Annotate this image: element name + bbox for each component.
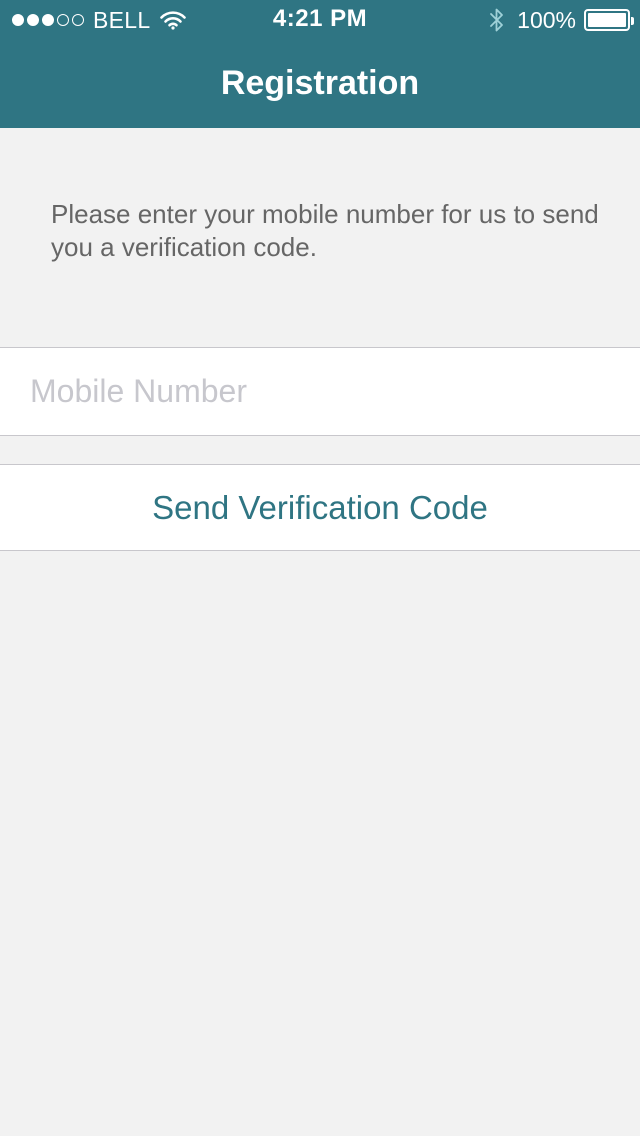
instruction-text: Please enter your mobile number for us t… [51,199,599,262]
battery-fill [588,13,626,27]
status-bar: BELL 4:21 PM 100% [0,0,640,40]
bluetooth-icon [489,6,505,34]
battery-percent: 100% [517,6,576,33]
status-right: 100% [489,6,634,34]
registration-screen: BELL 4:21 PM 100% Registration Please en… [0,0,640,1136]
battery-icon [584,9,634,31]
header: BELL 4:21 PM 100% Registration [0,0,640,128]
send-verification-label: Send Verification Code [152,488,488,526]
battery-tip [631,17,634,25]
send-verification-button[interactable]: Send Verification Code [0,464,640,551]
mobile-number-input[interactable] [30,348,620,435]
page-title: Registration [220,64,420,102]
mobile-number-row [0,347,640,436]
